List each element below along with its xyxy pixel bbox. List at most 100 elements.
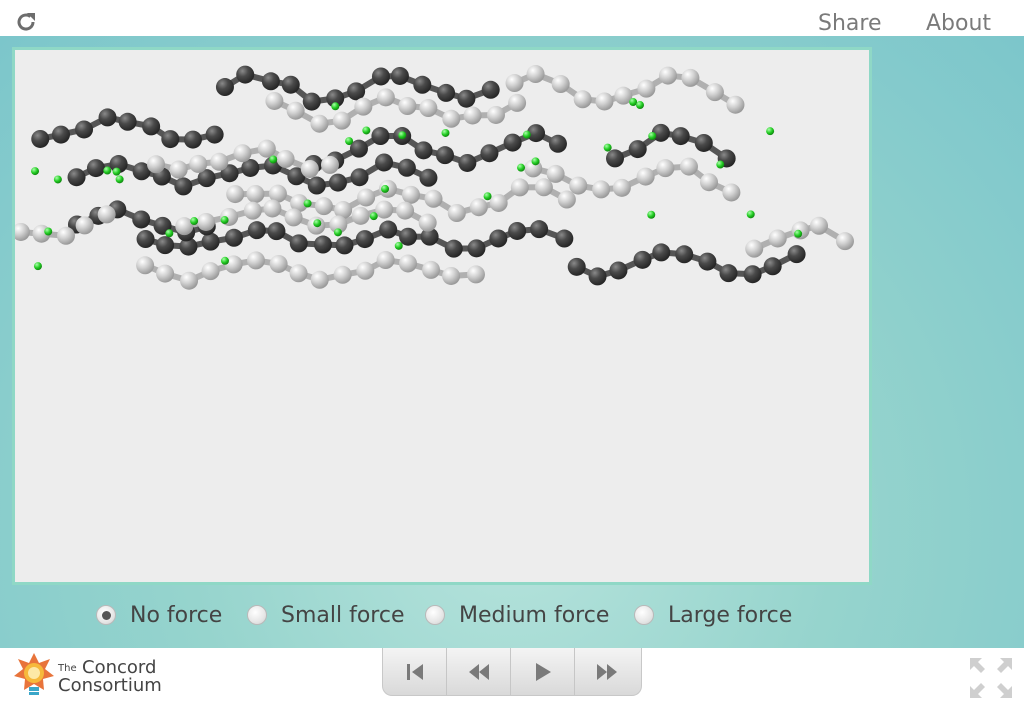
radio-button[interactable] bbox=[634, 605, 654, 625]
carbon-atom[interactable] bbox=[555, 229, 574, 248]
radio-button[interactable] bbox=[247, 605, 267, 625]
light-atom[interactable] bbox=[612, 178, 631, 197]
step-back-button[interactable] bbox=[447, 648, 511, 695]
carbon-atom[interactable] bbox=[313, 235, 332, 254]
carbon-atom[interactable] bbox=[142, 117, 161, 136]
light-atom[interactable] bbox=[97, 205, 116, 224]
light-atom[interactable] bbox=[320, 155, 339, 174]
light-atom[interactable] bbox=[189, 154, 208, 173]
carbon-atom[interactable] bbox=[307, 176, 326, 195]
light-atom[interactable] bbox=[375, 200, 394, 219]
carbon-atom[interactable] bbox=[355, 230, 374, 249]
light-atom[interactable] bbox=[810, 216, 829, 235]
carbon-atom[interactable] bbox=[236, 65, 255, 84]
carbon-atom[interactable] bbox=[75, 120, 94, 139]
light-atom[interactable] bbox=[768, 229, 787, 248]
carbon-atom[interactable] bbox=[633, 250, 652, 269]
light-atom[interactable] bbox=[679, 157, 698, 176]
carbon-atom[interactable] bbox=[335, 236, 354, 255]
light-atom[interactable] bbox=[510, 178, 529, 197]
light-atom[interactable] bbox=[398, 97, 417, 116]
carbon-atom[interactable] bbox=[530, 220, 549, 239]
light-atom[interactable] bbox=[447, 203, 466, 222]
fullscreen-button[interactable] bbox=[968, 656, 1014, 700]
light-atom[interactable] bbox=[243, 201, 262, 220]
light-atom[interactable] bbox=[351, 206, 370, 225]
carbon-atom[interactable] bbox=[719, 264, 738, 283]
carbon-atom[interactable] bbox=[652, 243, 671, 262]
carbon-atom[interactable] bbox=[675, 245, 694, 264]
light-atom[interactable] bbox=[726, 95, 745, 114]
carbon-atom[interactable] bbox=[397, 158, 416, 177]
light-atom[interactable] bbox=[551, 75, 570, 94]
light-atom[interactable] bbox=[636, 167, 655, 186]
light-atom[interactable] bbox=[15, 222, 30, 241]
light-atom[interactable] bbox=[469, 198, 488, 217]
carbon-atom[interactable] bbox=[743, 265, 762, 284]
light-atom[interactable] bbox=[595, 92, 614, 111]
light-atom[interactable] bbox=[637, 79, 656, 98]
carbon-atom[interactable] bbox=[289, 234, 308, 253]
light-atom[interactable] bbox=[289, 264, 308, 283]
light-atom[interactable] bbox=[463, 106, 482, 125]
light-atom[interactable] bbox=[466, 265, 485, 284]
light-atom[interactable] bbox=[314, 197, 333, 216]
carbon-atom[interactable] bbox=[261, 72, 280, 91]
carbon-atom[interactable] bbox=[98, 108, 117, 127]
light-atom[interactable] bbox=[332, 111, 351, 130]
light-atom[interactable] bbox=[401, 185, 420, 204]
light-atom[interactable] bbox=[486, 105, 505, 124]
carbon-atom[interactable] bbox=[31, 129, 50, 148]
light-atom[interactable] bbox=[569, 176, 588, 195]
light-atom[interactable] bbox=[376, 88, 395, 107]
light-atom[interactable] bbox=[147, 155, 166, 174]
carbon-atom[interactable] bbox=[694, 133, 713, 152]
carbon-atom[interactable] bbox=[350, 168, 369, 187]
light-atom[interactable] bbox=[505, 74, 524, 93]
carbon-atom[interactable] bbox=[371, 67, 390, 86]
light-atom[interactable] bbox=[557, 190, 576, 209]
carbon-atom[interactable] bbox=[328, 173, 347, 192]
light-atom[interactable] bbox=[835, 232, 854, 251]
carbon-atom[interactable] bbox=[698, 252, 717, 271]
carbon-atom[interactable] bbox=[224, 228, 243, 247]
light-atom[interactable] bbox=[546, 164, 565, 183]
carbon-atom[interactable] bbox=[787, 245, 806, 264]
reload-button[interactable] bbox=[14, 10, 38, 34]
step-forward-button[interactable] bbox=[575, 648, 639, 695]
carbon-atom[interactable] bbox=[609, 261, 628, 280]
carbon-atom[interactable] bbox=[671, 127, 690, 146]
carbon-atom[interactable] bbox=[156, 236, 175, 255]
light-atom[interactable] bbox=[489, 193, 508, 212]
carbon-atom[interactable] bbox=[437, 83, 456, 102]
carbon-atom[interactable] bbox=[247, 221, 266, 240]
carbon-atom[interactable] bbox=[379, 220, 398, 239]
light-atom[interactable] bbox=[356, 261, 375, 280]
carbon-atom[interactable] bbox=[481, 80, 500, 99]
light-atom[interactable] bbox=[310, 270, 329, 289]
carbon-atom[interactable] bbox=[371, 127, 390, 146]
carbon-atom[interactable] bbox=[201, 232, 220, 251]
light-atom[interactable] bbox=[424, 189, 443, 208]
light-atom[interactable] bbox=[246, 185, 265, 204]
light-atom[interactable] bbox=[300, 159, 319, 178]
carbon-atom[interactable] bbox=[302, 92, 321, 111]
share-link[interactable]: Share bbox=[818, 11, 882, 36]
light-atom[interactable] bbox=[75, 216, 94, 235]
light-atom[interactable] bbox=[265, 91, 284, 110]
carbon-atom[interactable] bbox=[457, 89, 476, 108]
carbon-atom[interactable] bbox=[567, 257, 586, 276]
carbon-atom[interactable] bbox=[605, 149, 624, 168]
light-atom[interactable] bbox=[396, 201, 415, 220]
light-atom[interactable] bbox=[418, 213, 437, 232]
light-atom[interactable] bbox=[257, 139, 276, 158]
carbon-atom[interactable] bbox=[215, 78, 234, 97]
light-atom[interactable] bbox=[376, 251, 395, 270]
carbon-atom[interactable] bbox=[51, 125, 70, 144]
carbon-atom[interactable] bbox=[347, 82, 366, 101]
light-atom[interactable] bbox=[284, 208, 303, 227]
light-atom[interactable] bbox=[526, 65, 545, 84]
light-atom[interactable] bbox=[333, 265, 352, 284]
light-atom[interactable] bbox=[442, 109, 461, 128]
light-atom[interactable] bbox=[658, 66, 677, 85]
